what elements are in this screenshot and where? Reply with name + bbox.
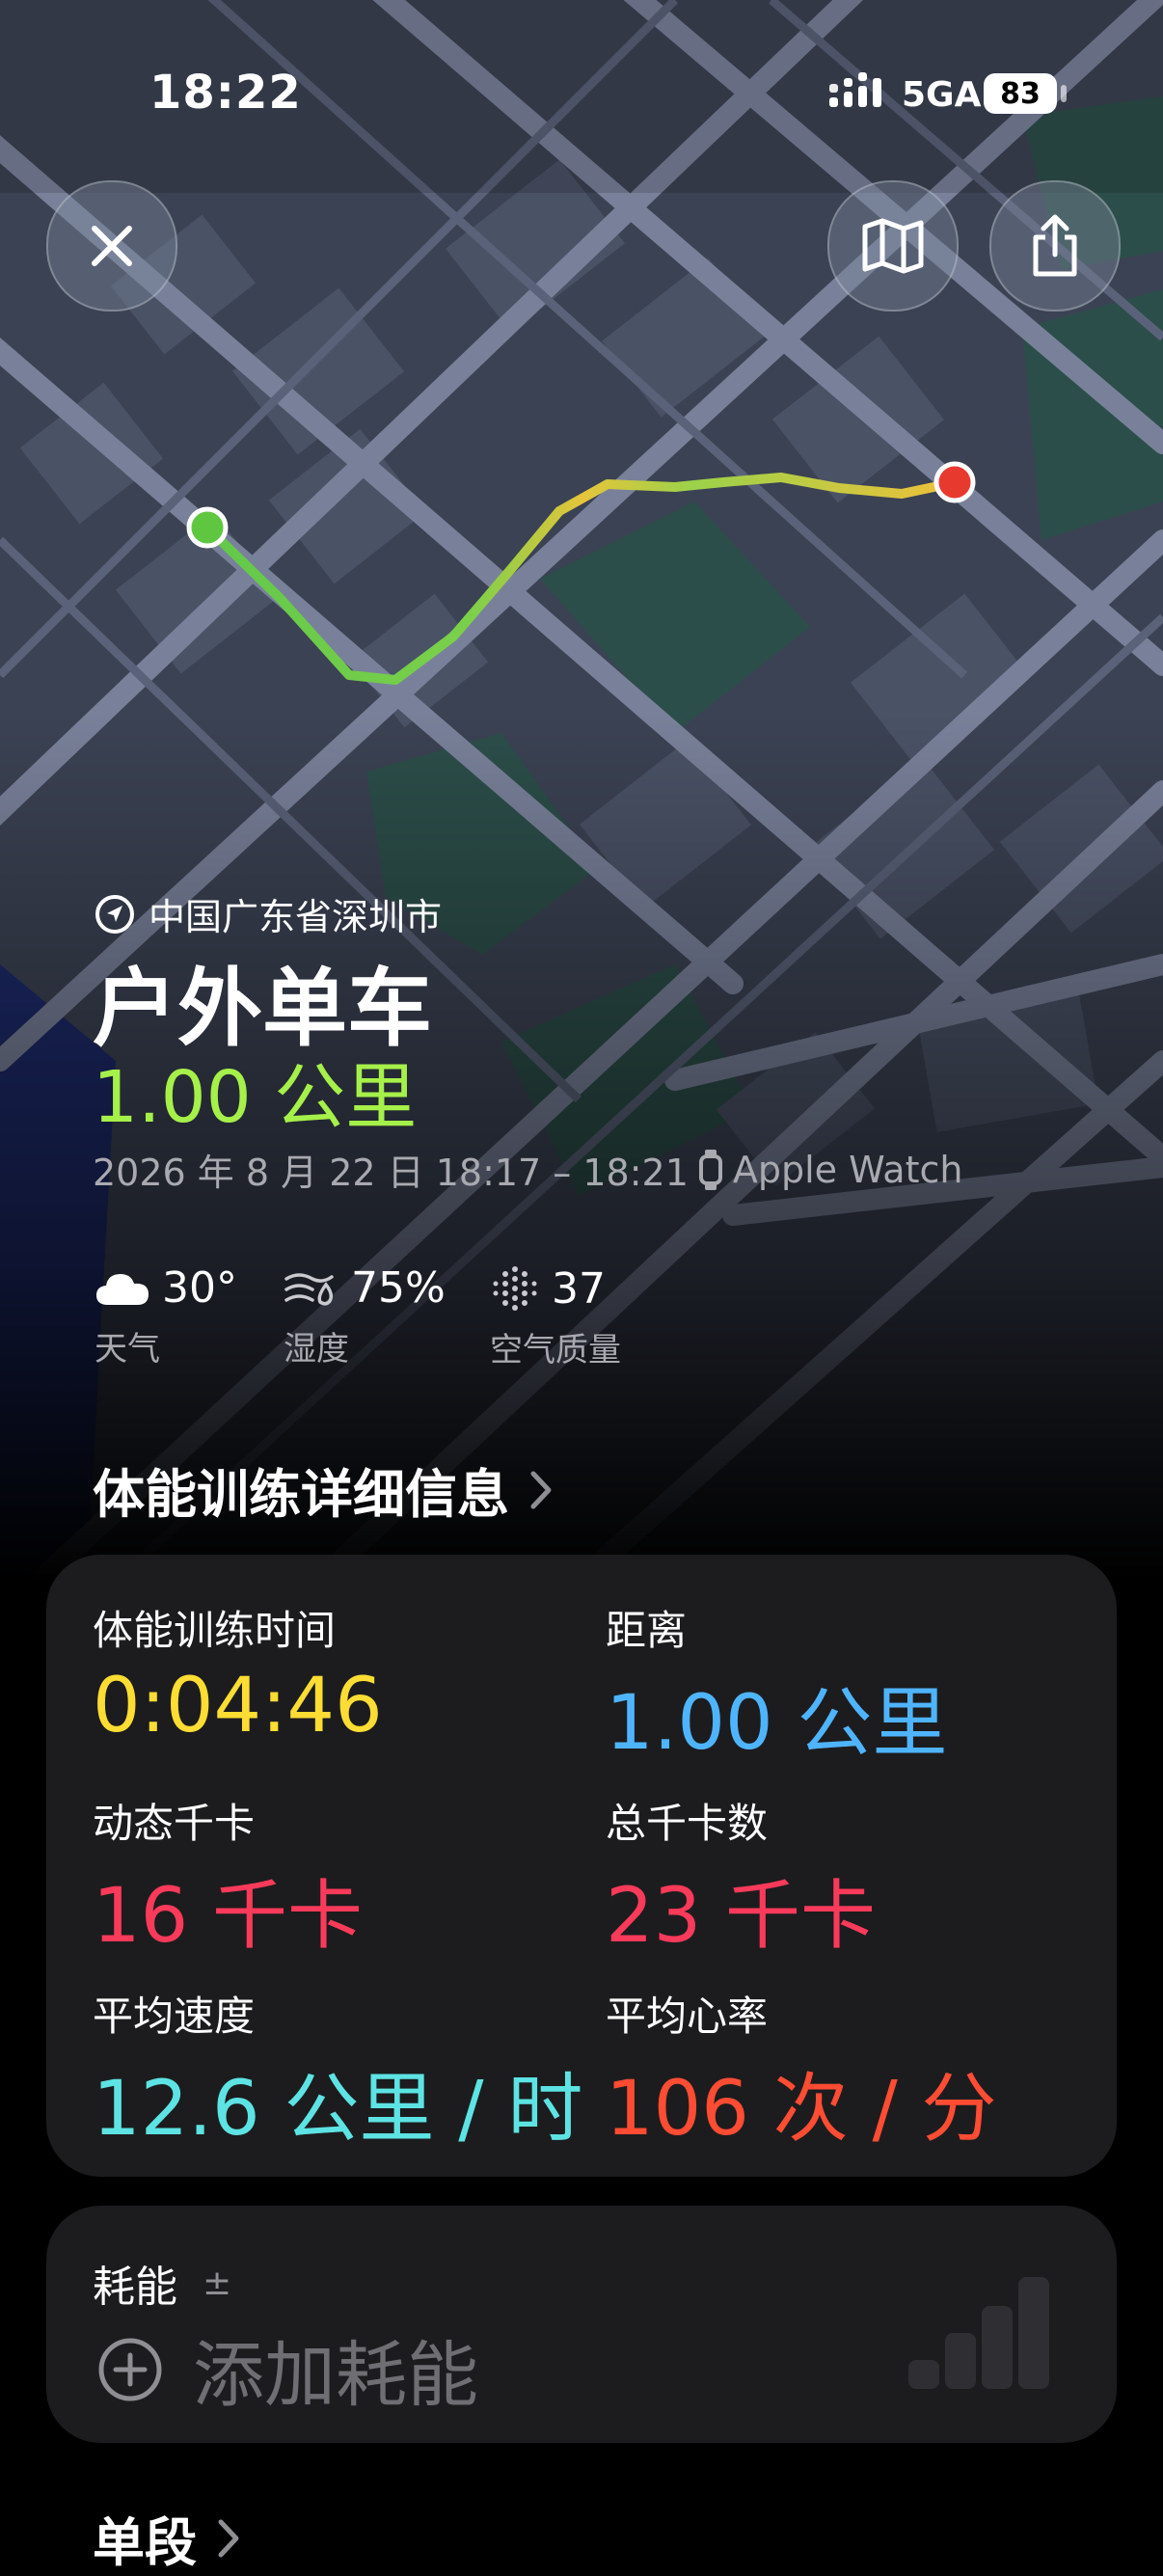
metric-label: 体能训练时间: [93, 1607, 337, 1654]
metric-value: 12.6 公里 / 时: [93, 2066, 583, 2153]
workout-distance: 1.00 公里: [93, 1056, 418, 1139]
map-icon: [862, 218, 924, 274]
weather-air-quality: 37 空气质量: [490, 1263, 621, 1370]
date-range: 2026 年 8 月 22 日 18:17 – 18:21: [93, 1152, 689, 1194]
watch-icon: [698, 1149, 722, 1190]
temperature-value: 30°: [162, 1263, 237, 1313]
metric-total-calories: 总千卡数 23 千卡: [606, 1791, 876, 1964]
effort-label-row: 耗能 ±: [93, 2252, 231, 2314]
humidity-value: 75%: [351, 1263, 446, 1313]
metric-value: 23 千卡: [606, 1873, 877, 1960]
air-quality-value: 37: [552, 1263, 606, 1314]
chevron-right-icon: [218, 2519, 239, 2557]
metric-value: 106 次 / 分: [606, 2066, 997, 2153]
metric-distance: 距离 1.00 公里: [606, 1598, 947, 1771]
close-button[interactable]: [46, 180, 177, 312]
segments-header[interactable]: 单段: [93, 2500, 241, 2576]
metric-average-heart-rate: 平均心率 106 次 / 分: [606, 1984, 997, 2156]
air-quality-icon: [493, 1266, 537, 1311]
date-row: 2026 年 8 月 22 日 18:17 – 18:21 Apple Watc…: [93, 1143, 962, 1196]
segments-title: 单段: [93, 2512, 197, 2573]
cellular-signal-icon: [829, 72, 881, 107]
weather-temperature: 30° 天气: [95, 1263, 237, 1369]
add-effort-label: 添加耗能: [193, 2334, 478, 2417]
metric-value: 16 千卡: [93, 1873, 364, 1960]
metric-label: 平均速度: [93, 1993, 256, 2040]
device-name: Apple Watch: [732, 1148, 963, 1191]
metric-label: 总千卡数: [606, 1800, 769, 1847]
humidity-icon: [284, 1272, 334, 1305]
location-arrow-icon: [95, 894, 134, 934]
weather-humidity: 75% 湿度: [284, 1263, 446, 1369]
effort-card[interactable]: 耗能 ± 添加耗能: [46, 2206, 1117, 2443]
metric-label: 距离: [606, 1607, 688, 1654]
share-button[interactable]: [989, 180, 1121, 312]
status-bar: 18:22 5GA 83: [0, 0, 1163, 183]
metric-active-calories: 动态千卡 16 千卡: [93, 1791, 363, 1964]
cloud-icon: [96, 1273, 149, 1305]
metric-label: 动态千卡: [93, 1800, 256, 1847]
details-header[interactable]: 体能训练详细信息: [93, 1451, 554, 1528]
metric-value: 0:04:46: [93, 1663, 383, 1749]
location-row: 中国广东省深圳市: [95, 887, 442, 940]
effort-bars-icon: [908, 2277, 1049, 2389]
temperature-label: 天气: [95, 1330, 160, 1369]
status-time: 18:22: [149, 66, 302, 120]
metric-duration: 体能训练时间 0:04:46: [93, 1598, 383, 1749]
air-quality-label: 空气质量: [490, 1331, 621, 1369]
metrics-card: 体能训练时间 0:04:46 距离 1.00 公里 动态千卡 16 千卡 总千卡…: [46, 1555, 1117, 2177]
battery-icon: 83: [984, 73, 1057, 114]
effort-label: 耗能: [93, 2263, 177, 2312]
battery-level: 83: [1000, 76, 1041, 111]
location-text: 中国广东省深圳市: [149, 896, 443, 938]
chevron-right-icon: [530, 1471, 552, 1508]
metric-average-speed: 平均速度 12.6 公里 / 时: [93, 1984, 582, 2156]
plus-minus-icon: ±: [203, 2263, 232, 2303]
plus-circle-icon: [98, 2338, 162, 2400]
map-style-button[interactable]: [827, 180, 959, 312]
close-icon: [92, 226, 132, 266]
battery-nub: [1061, 85, 1067, 102]
humidity-label: 湿度: [284, 1330, 349, 1369]
network-type: 5GA: [902, 75, 982, 115]
details-title: 体能训练详细信息: [93, 1464, 509, 1525]
add-effort-button[interactable]: 添加耗能: [96, 2318, 478, 2421]
share-icon: [1033, 214, 1077, 277]
metric-value: 1.00 公里: [606, 1680, 948, 1767]
metric-label: 平均心率: [606, 1993, 769, 2040]
